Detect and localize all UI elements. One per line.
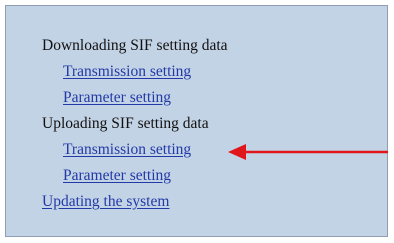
download-heading: Downloading SIF setting data: [42, 37, 228, 54]
upload-parameter-setting-link[interactable]: Parameter setting: [63, 166, 171, 186]
updating-system-link[interactable]: Updating the system: [42, 192, 169, 212]
upload-transmission-setting-link[interactable]: Transmission setting: [63, 140, 191, 160]
red-arrow-icon: [228, 144, 388, 160]
upload-heading: Uploading SIF setting data: [42, 115, 209, 132]
download-parameter-setting-link[interactable]: Parameter setting: [63, 88, 171, 108]
sif-menu-panel: Downloading SIF setting data Transmissio…: [5, 5, 388, 237]
download-transmission-setting-link[interactable]: Transmission setting: [63, 62, 191, 82]
